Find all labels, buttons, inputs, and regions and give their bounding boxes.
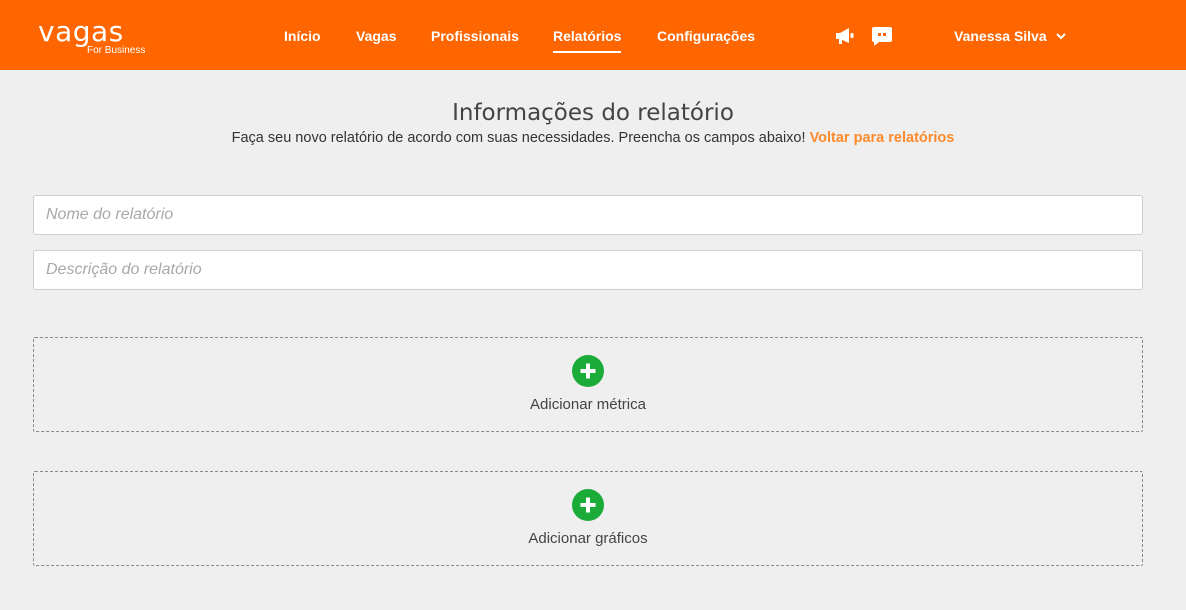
top-navbar: vagas For Business Início Vagas Profissi…	[0, 0, 1186, 70]
nav-item-vagas[interactable]: Vagas	[356, 27, 396, 45]
page-title: Informações do relatório	[452, 100, 734, 126]
add-charts-label: Adicionar gráficos	[528, 530, 648, 547]
chat-icon[interactable]	[871, 25, 893, 47]
chevron-down-icon	[1055, 33, 1066, 40]
add-metric-label: Adicionar métrica	[530, 396, 646, 413]
report-description-input[interactable]	[33, 250, 1143, 290]
subtitle-text: Faça seu novo relatório de acordo com su…	[231, 130, 806, 146]
add-metric-button[interactable]: Adicionar métrica	[33, 337, 1143, 432]
report-name-input[interactable]	[33, 195, 1143, 235]
user-name: Vanessa Silva	[954, 28, 1047, 44]
nav-item-relatorios[interactable]: Relatórios	[553, 27, 622, 53]
logo-tagline: For Business	[87, 45, 146, 56]
add-charts-button[interactable]: Adicionar gráficos	[33, 471, 1143, 566]
logo[interactable]: vagas For Business	[38, 15, 145, 57]
add-circle-icon	[572, 489, 604, 521]
logo-wordmark: vagas	[38, 15, 124, 48]
megaphone-icon[interactable]	[834, 25, 856, 47]
page-subtitle: Faça seu novo relatório de acordo com su…	[0, 130, 1186, 146]
nav-item-inicio[interactable]: Início	[284, 27, 321, 45]
user-menu[interactable]: Vanessa Silva	[954, 27, 1067, 45]
add-circle-icon	[572, 355, 604, 387]
nav-item-configuracoes[interactable]: Configurações	[657, 27, 755, 45]
back-to-reports-link[interactable]: Voltar para relatórios	[810, 130, 955, 146]
nav-item-profissionais[interactable]: Profissionais	[431, 27, 519, 45]
